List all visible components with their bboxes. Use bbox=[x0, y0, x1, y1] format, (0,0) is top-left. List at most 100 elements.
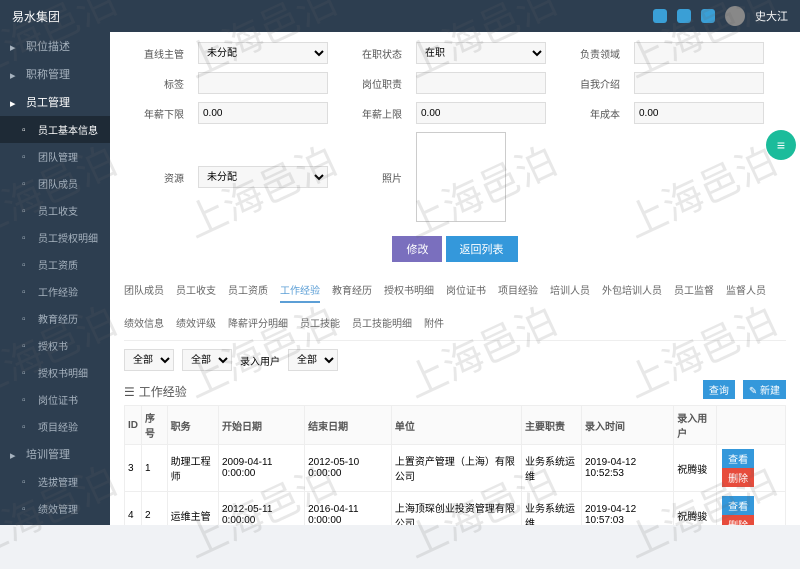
label-resource: 资源 bbox=[124, 170, 184, 185]
sidebar-item[interactable]: ▫员工授权明细 bbox=[0, 224, 110, 251]
tab[interactable]: 培训人员 bbox=[550, 282, 590, 303]
menu-icon: ▫ bbox=[22, 260, 32, 270]
sidebar-item[interactable]: ▸职位描述 bbox=[0, 32, 110, 60]
menu-icon: ▫ bbox=[22, 233, 32, 243]
sidebar-item[interactable]: ▸员工管理 bbox=[0, 88, 110, 116]
tab[interactable]: 外包培训人员 bbox=[602, 282, 662, 303]
sidebar-item[interactable]: ▫项目经验 bbox=[0, 413, 110, 440]
menu-icon: ▫ bbox=[22, 179, 32, 189]
view-button[interactable]: 查看 bbox=[722, 496, 754, 515]
create-button[interactable]: ✎ 新建 bbox=[743, 380, 786, 399]
sidebar-item[interactable]: ▫工作经验 bbox=[0, 278, 110, 305]
self-intro-input[interactable] bbox=[634, 72, 764, 94]
salary-max-input[interactable] bbox=[416, 102, 546, 124]
column-header: 录入用户 bbox=[674, 406, 717, 445]
tab[interactable]: 绩效信息 bbox=[124, 315, 164, 334]
on-job-select[interactable]: 在职 bbox=[416, 42, 546, 64]
username[interactable]: 史大江 bbox=[755, 8, 788, 24]
label-salary-min: 年薪下限 bbox=[124, 106, 184, 121]
sidebar-item[interactable]: ▫团队管理 bbox=[0, 143, 110, 170]
modify-button[interactable]: 修改 bbox=[392, 236, 442, 262]
tab[interactable]: 降薪评分明细 bbox=[228, 315, 288, 334]
main-content: 直线主管 未分配 在职状态 在职 负责领域 标签 岗位职责 自我介绍 年薪下限 … bbox=[110, 32, 800, 525]
sidebar-item[interactable]: ▫员工收支 bbox=[0, 197, 110, 224]
tab[interactable]: 员工资质 bbox=[228, 282, 268, 303]
field-input[interactable] bbox=[634, 42, 764, 64]
label-self-intro: 自我介绍 bbox=[560, 76, 620, 91]
sidebar-item[interactable]: ▫教育经历 bbox=[0, 305, 110, 332]
import-user-select[interactable]: 全部 bbox=[288, 349, 338, 371]
header-icon-3[interactable] bbox=[701, 9, 715, 23]
tab[interactable]: 团队成员 bbox=[124, 282, 164, 303]
sidebar-item[interactable]: ▸职称管理 bbox=[0, 60, 110, 88]
avatar[interactable] bbox=[725, 6, 745, 26]
column-header: 开始日期 bbox=[218, 406, 304, 445]
tab[interactable]: 绩效评级 bbox=[176, 315, 216, 334]
sidebar-item[interactable]: ▫授权书明细 bbox=[0, 359, 110, 386]
menu-icon: ▸ bbox=[10, 97, 20, 107]
column-header: 录入时间 bbox=[582, 406, 674, 445]
tab[interactable]: 附件 bbox=[424, 315, 444, 334]
menu-icon: ▫ bbox=[22, 314, 32, 324]
delete-button[interactable]: 删除 bbox=[722, 515, 754, 525]
tab[interactable]: 授权书明细 bbox=[384, 282, 434, 303]
tab[interactable]: 员工技能明细 bbox=[352, 315, 412, 334]
column-header: 序号 bbox=[142, 406, 168, 445]
menu-icon: ▫ bbox=[22, 152, 32, 162]
sidebar-item[interactable]: ▫岗位证书 bbox=[0, 386, 110, 413]
menu-icon: ▸ bbox=[10, 449, 20, 459]
fab-menu-button[interactable]: ≡ bbox=[766, 130, 796, 160]
delete-button[interactable]: 删除 bbox=[722, 468, 754, 487]
tab[interactable]: 监督人员 bbox=[726, 282, 766, 303]
import-user-label: 录入用户 bbox=[240, 353, 280, 368]
sidebar-item[interactable]: ▫团队成员 bbox=[0, 170, 110, 197]
menu-icon: ▫ bbox=[22, 504, 32, 514]
photo-box[interactable] bbox=[416, 132, 506, 222]
menu-icon: ▫ bbox=[22, 287, 32, 297]
menu-icon: ▫ bbox=[22, 422, 32, 432]
tab[interactable]: 项目经验 bbox=[498, 282, 538, 303]
sidebar-item[interactable]: ▫员工基本信息 bbox=[0, 116, 110, 143]
label-duty: 岗位职责 bbox=[342, 76, 402, 91]
menu-icon: ▸ bbox=[10, 41, 20, 51]
detail-tabs: 团队成员员工收支员工资质工作经验教育经历授权书明细岗位证书项目经验培训人员外包培… bbox=[124, 276, 786, 341]
salary-min-input[interactable] bbox=[198, 102, 328, 124]
label-field: 负责领域 bbox=[560, 46, 620, 61]
tab[interactable]: 员工技能 bbox=[300, 315, 340, 334]
query-button[interactable]: 查询 bbox=[703, 380, 735, 399]
tags-input[interactable] bbox=[198, 72, 328, 94]
app-header: 易水集团 史大江 bbox=[0, 0, 800, 32]
label-direct-mgr: 直线主管 bbox=[124, 46, 184, 61]
filter-select-1[interactable]: 全部 bbox=[124, 349, 174, 371]
label-tags: 标签 bbox=[124, 76, 184, 91]
tab[interactable]: 教育经历 bbox=[332, 282, 372, 303]
sidebar-item[interactable]: ▫授权书 bbox=[0, 332, 110, 359]
resource-select[interactable]: 未分配 bbox=[198, 166, 328, 188]
work-exp-table: ID序号职务开始日期结束日期单位主要职责录入时间录入用户 31助理工程师2009… bbox=[124, 405, 786, 525]
sidebar: ▸职位描述▸职称管理▸员工管理▫员工基本信息▫团队管理▫团队成员▫员工收支▫员工… bbox=[0, 32, 110, 525]
sidebar-item[interactable]: ▫选拔管理 bbox=[0, 468, 110, 495]
tab[interactable]: 岗位证书 bbox=[446, 282, 486, 303]
header-icon-1[interactable] bbox=[653, 9, 667, 23]
back-list-button[interactable]: 返回列表 bbox=[446, 236, 518, 262]
filter-select-2[interactable]: 全部 bbox=[182, 349, 232, 371]
sidebar-item[interactable]: ▸培训管理 bbox=[0, 440, 110, 468]
menu-icon: ▸ bbox=[10, 69, 20, 79]
column-header: 结束日期 bbox=[305, 406, 392, 445]
label-salary-max: 年薪上限 bbox=[342, 106, 402, 121]
view-button[interactable]: 查看 bbox=[722, 449, 754, 468]
direct-mgr-select[interactable]: 未分配 bbox=[198, 42, 328, 64]
label-year-cost: 年成本 bbox=[560, 106, 620, 121]
column-header: 单位 bbox=[391, 406, 521, 445]
menu-icon: ▫ bbox=[22, 206, 32, 216]
column-header: 职务 bbox=[167, 406, 218, 445]
brand-title: 易水集团 bbox=[12, 8, 60, 25]
sidebar-item[interactable]: ▫员工资质 bbox=[0, 251, 110, 278]
year-cost-input[interactable] bbox=[634, 102, 764, 124]
tab[interactable]: 员工收支 bbox=[176, 282, 216, 303]
duty-input[interactable] bbox=[416, 72, 546, 94]
tab[interactable]: 工作经验 bbox=[280, 282, 320, 303]
sidebar-item[interactable]: ▫绩效管理 bbox=[0, 495, 110, 522]
header-icon-2[interactable] bbox=[677, 9, 691, 23]
tab[interactable]: 员工监督 bbox=[674, 282, 714, 303]
